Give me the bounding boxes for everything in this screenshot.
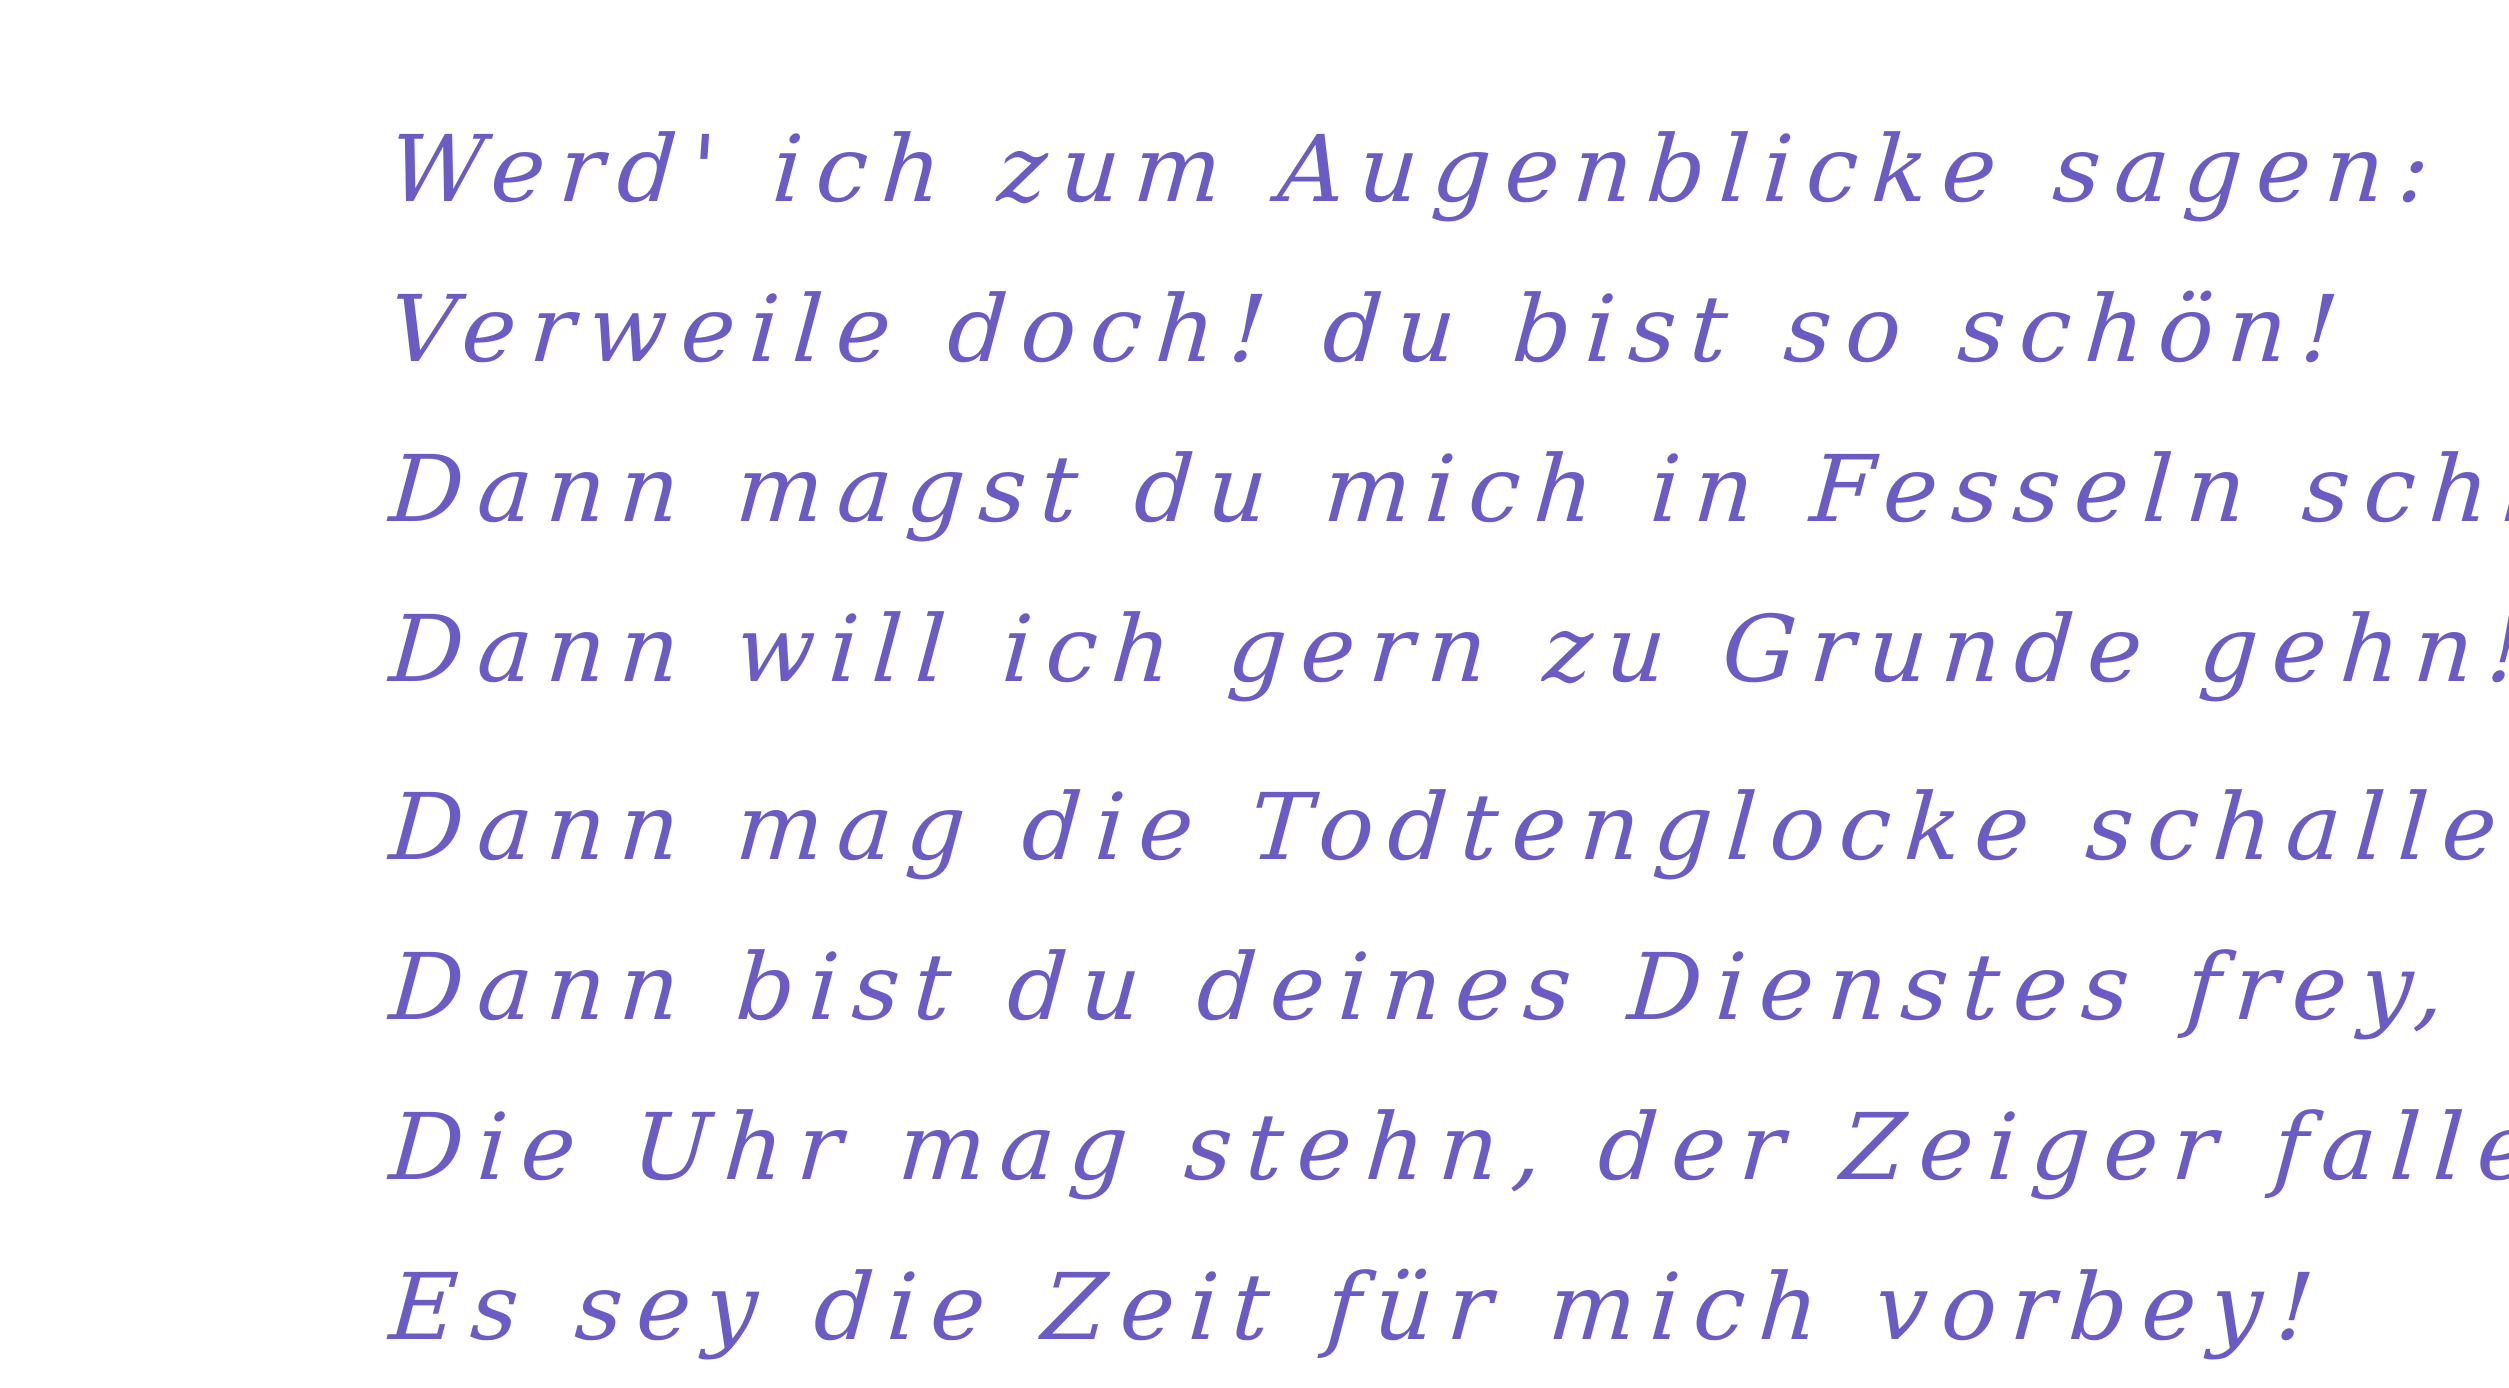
poem-line-6: Dann bist du deines Dienstes frey, [386,934,2462,1041]
poem-text: Werd' ich zum Augenblicke sagen: Verweil… [386,90,2509,1388]
handwritten-page: Werd' ich zum Augenblicke sagen: Verweil… [0,0,2509,1366]
poem-line-1: Werd' ich zum Augenblicke sagen: [386,116,2447,223]
poem-line-2: Verweile doch! du bist so schön! [386,276,2356,383]
poem-line-3: Dann magst du mich in Fesseln schlagen, [386,436,2509,543]
poem-line-7: Die Uhr mag stehn, der Zeiger fallen, [386,1094,2509,1201]
poem-line-5: Dann mag die Todtenglocke schallen, [386,774,2509,881]
poem-line-8: Es sey die Zeit für mich vorbey! [386,1254,2332,1361]
poem-line-4: Dann will ich gern zu Grunde gehn! [386,596,2509,703]
